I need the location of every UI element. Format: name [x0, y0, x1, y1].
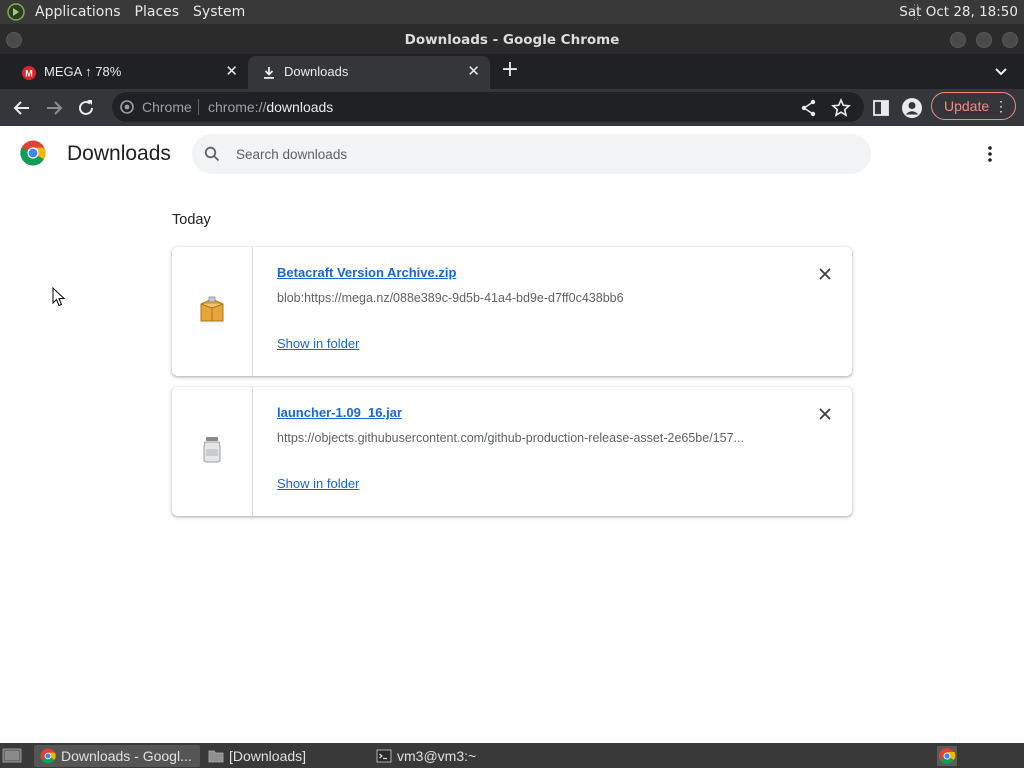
show-in-folder-link[interactable]: Show in folder: [277, 336, 359, 351]
url-text[interactable]: chrome://downloads: [208, 92, 333, 122]
tab-title: Downloads: [284, 64, 349, 79]
forward-arrow-icon[interactable]: [43, 97, 65, 119]
chrome-chip-icon: [120, 100, 134, 114]
search-input[interactable]: [236, 134, 836, 174]
mega-favicon-icon: M: [22, 66, 36, 80]
svg-text:M: M: [25, 69, 33, 79]
chrome-logo-icon: [20, 140, 46, 166]
file-icon-column: [172, 247, 253, 376]
download-filename-link[interactable]: launcher-1.09_16.jar: [277, 405, 402, 420]
window-title: Downloads - Google Chrome: [404, 32, 620, 48]
window-menu-button[interactable]: [6, 32, 22, 48]
menu-places[interactable]: Places: [128, 0, 187, 24]
search-icon: [204, 146, 220, 162]
remove-download-icon[interactable]: [816, 405, 834, 423]
close-tab-icon[interactable]: ✕: [467, 56, 480, 87]
close-tab-icon[interactable]: ✕: [225, 56, 238, 87]
profile-avatar-icon[interactable]: [901, 97, 923, 119]
download-item: launcher-1.09_16.jar https://objects.git…: [172, 387, 852, 516]
menu-system[interactable]: System: [186, 0, 252, 24]
minimize-button[interactable]: [950, 32, 966, 48]
reload-icon[interactable]: [75, 97, 97, 119]
download-source-url: blob:https://mega.nz/088e389c-9d5b-41a4-…: [277, 291, 624, 305]
terminal-icon: [376, 749, 392, 763]
show-in-folder-link[interactable]: Show in folder: [277, 476, 359, 491]
search-downloads-box[interactable]: [192, 134, 871, 174]
menu-applications[interactable]: Applications: [28, 0, 128, 24]
kebab-menu-icon[interactable]: ⋮: [994, 93, 1008, 119]
tab-mega[interactable]: M MEGA ↑ 78% ✕: [8, 56, 248, 89]
taskbar-item-file-manager[interactable]: [Downloads]: [202, 745, 362, 767]
file-icon-column: [172, 387, 253, 516]
taskbar-item-label: vm3@vm3:~: [397, 748, 477, 764]
tab-title: MEGA ↑ 78%: [44, 64, 122, 79]
window-titlebar[interactable]: Downloads - Google Chrome: [0, 24, 1024, 54]
browser-toolbar: Chrome chrome://downloads Update ⋮: [0, 89, 1024, 126]
mouse-pointer-icon: [52, 287, 66, 307]
taskbar-item-label: [Downloads]: [229, 748, 307, 764]
folder-icon: [208, 750, 224, 763]
download-source-url: https://objects.githubusercontent.com/gi…: [277, 431, 744, 445]
update-button[interactable]: Update ⋮: [931, 92, 1016, 120]
mate-logo-icon[interactable]: [7, 3, 25, 21]
downloads-page: Downloads Today Betacraft Version Archiv…: [0, 126, 1024, 743]
close-window-button[interactable]: [1002, 32, 1018, 48]
omnibox-divider: [198, 99, 199, 115]
download-icon: [264, 67, 274, 79]
tab-downloads[interactable]: Downloads ✕: [248, 56, 490, 89]
bookmark-star-icon[interactable]: [830, 97, 852, 119]
download-filename-link[interactable]: Betacraft Version Archive.zip: [277, 265, 456, 280]
bottom-panel: Downloads - Googl... [Downloads] vm3@vm3…: [0, 743, 1024, 768]
taskbar-item-chrome[interactable]: Downloads - Googl...: [34, 745, 200, 767]
remove-download-icon[interactable]: [816, 265, 834, 283]
top-panel: Applications Places System Sat Oct 28, 1…: [0, 0, 1024, 24]
page-title: Downloads: [67, 142, 171, 165]
zip-archive-icon: [200, 296, 224, 322]
tab-search-chevron-icon[interactable]: [992, 60, 1010, 82]
taskbar-item-terminal[interactable]: vm3@vm3:~: [370, 745, 520, 767]
section-heading-today: Today: [172, 212, 211, 228]
share-icon[interactable]: [798, 97, 820, 119]
more-options-icon[interactable]: [980, 144, 1000, 164]
show-desktop-icon[interactable]: [2, 747, 22, 764]
chrome-tray-icon[interactable]: [937, 746, 957, 766]
address-bar[interactable]: Chrome chrome://downloads: [112, 92, 864, 122]
download-item: Betacraft Version Archive.zip blob:https…: [172, 247, 852, 376]
new-tab-button[interactable]: +: [498, 54, 522, 88]
taskbar-item-label: Downloads - Googl...: [61, 748, 192, 764]
clock[interactable]: Sat Oct 28, 18:50: [899, 0, 1018, 24]
update-label: Update: [944, 98, 990, 114]
chrome-taskbar-icon: [40, 748, 56, 764]
back-arrow-icon[interactable]: [11, 97, 33, 119]
maximize-button[interactable]: [976, 32, 992, 48]
side-panel-icon[interactable]: [870, 97, 892, 119]
site-chip-label: Chrome: [142, 99, 192, 115]
jar-file-icon: [203, 437, 221, 463]
